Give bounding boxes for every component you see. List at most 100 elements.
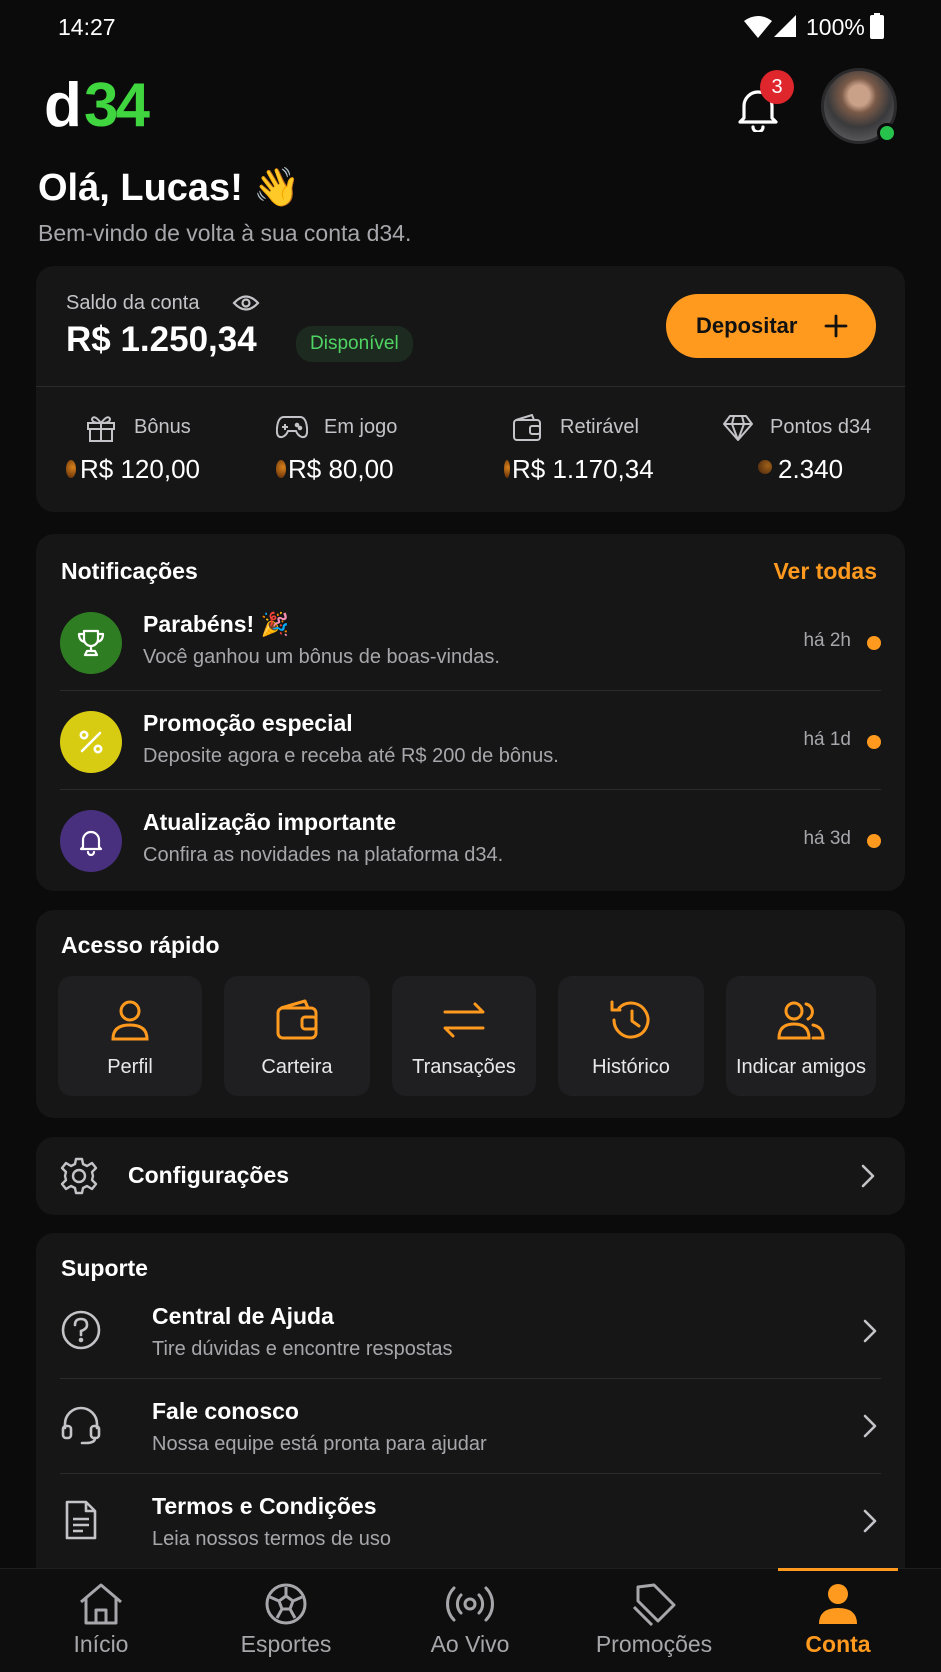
quick-access-card: Acesso rápido Perfil Carteira Transações… [36, 910, 905, 1118]
wifi-icon [744, 16, 772, 38]
online-status-dot [877, 123, 897, 143]
nav-label: Esportes [240, 1631, 332, 1657]
divider [60, 789, 881, 790]
support-item-title: Central de Ajuda [152, 1303, 334, 1329]
notifications-title: Notificações [61, 558, 198, 584]
stat-in-game-label: Em jogo [324, 416, 398, 438]
transfer-icon [392, 998, 536, 1042]
quick-access-label: Transações [412, 1056, 516, 1078]
plus-icon [824, 314, 848, 338]
stat-in-game: Em jogo R$ 80,00 [276, 414, 466, 494]
settings-row[interactable]: Configurações [36, 1137, 905, 1215]
quick-access-profile[interactable]: Perfil [58, 976, 202, 1096]
divider [60, 690, 881, 691]
quick-access-refer-friends[interactable]: Indicar amigos [726, 976, 876, 1096]
home-icon [21, 1582, 181, 1626]
quick-access-label: Indicar amigos [735, 1056, 867, 1078]
soccer-ball-icon [206, 1582, 366, 1626]
battery-icon [870, 13, 884, 39]
nav-home[interactable]: Início [21, 1572, 181, 1672]
quick-access-label: Carteira [261, 1056, 333, 1078]
deposit-button[interactable]: Depositar [666, 294, 876, 358]
avatar[interactable] [821, 68, 897, 144]
bell-icon [60, 810, 122, 872]
notification-time: há 2h [803, 630, 851, 651]
unread-dot [867, 834, 881, 848]
balance-amount: R$ 1.250,34 [66, 320, 257, 359]
live-icon [390, 1582, 550, 1626]
quick-access-transactions[interactable]: Transações [392, 976, 536, 1096]
eye-icon[interactable] [232, 294, 260, 312]
notification-title: Parabéns! 🎉 [143, 611, 290, 637]
greeting-subtitle: Bem-vindo de volta à sua conta d34. [38, 220, 412, 246]
chevron-right-icon [863, 1414, 877, 1438]
notification-count-badge: 3 [760, 70, 794, 104]
document-icon [60, 1499, 102, 1541]
balance-divider [36, 386, 905, 387]
notifications-card: Notificações Ver todas Parabéns! 🎉 Você … [36, 534, 905, 891]
nav-account[interactable]: Conta [758, 1572, 918, 1672]
chevron-right-icon [863, 1319, 877, 1343]
wallet-icon [224, 998, 370, 1042]
gamepad-icon [276, 414, 308, 440]
headset-icon [60, 1404, 102, 1446]
stat-bonus-label: Bônus [134, 416, 191, 438]
nav-label: Início [73, 1631, 129, 1657]
chevron-right-icon [863, 1509, 877, 1533]
nav-sports[interactable]: Esportes [206, 1572, 366, 1672]
notification-button[interactable]: 3 [734, 70, 794, 134]
nav-label: Ao Vivo [430, 1631, 510, 1657]
nav-live[interactable]: Ao Vivo [390, 1572, 550, 1672]
available-badge: Disponível [296, 326, 413, 362]
user-icon [58, 998, 202, 1042]
nav-label: Promoções [595, 1631, 713, 1657]
stat-withdrawable: Retirável R$ 1.170,34 [504, 414, 694, 494]
support-title: Suporte [61, 1255, 148, 1281]
quick-access-label: Histórico [592, 1056, 670, 1078]
unread-dot [867, 735, 881, 749]
support-item-contact[interactable]: Fale conosco Nossa equipe está pronta pa… [60, 1396, 881, 1491]
tag-icon [574, 1582, 734, 1626]
nav-promotions[interactable]: Promoções [574, 1572, 734, 1672]
quick-access-title: Acesso rápido [61, 932, 220, 958]
support-item-subtitle: Nossa equipe está pronta para ajudar [152, 1433, 487, 1455]
stat-points: Pontos d34 2.340 [722, 414, 892, 494]
trophy-icon [60, 612, 122, 674]
quick-access-history[interactable]: Histórico [558, 976, 704, 1096]
coin-icon [758, 460, 772, 474]
support-item-title: Termos e Condições [152, 1493, 377, 1519]
divider [60, 1473, 881, 1474]
support-item-help-center[interactable]: Central de Ajuda Tire dúvidas e encontre… [60, 1301, 881, 1396]
notification-subtitle: Confira as novidades na plataforma d34. [143, 844, 504, 866]
coin-icon [276, 460, 286, 478]
divider [60, 1378, 881, 1379]
stat-points-value: 2.340 [778, 454, 844, 484]
notification-time: há 3d [803, 828, 851, 849]
see-all-link[interactable]: Ver todas [773, 558, 877, 585]
notification-title: Promoção especial [143, 710, 353, 736]
gear-icon [60, 1157, 98, 1195]
chevron-right-icon [861, 1164, 875, 1188]
stat-in-game-value: R$ 80,00 [288, 454, 394, 484]
quick-access-wallet[interactable]: Carteira [224, 976, 370, 1096]
gift-icon [86, 414, 116, 442]
users-icon [726, 998, 876, 1042]
svg-text:34: 34 [84, 78, 150, 130]
notification-item[interactable]: Atualização importante Confira as novida… [60, 808, 881, 907]
greeting-title: Olá, Lucas! 👋 [38, 167, 301, 209]
notification-title: Atualização importante [143, 809, 397, 835]
logo[interactable]: d 34 [44, 78, 194, 130]
stat-withdrawable-value: R$ 1.170,34 [512, 454, 654, 484]
percent-icon [60, 711, 122, 773]
notification-item[interactable]: Promoção especial Deposite agora e receb… [60, 709, 881, 808]
status-bar: 14:27 100% [0, 0, 941, 54]
history-icon [558, 998, 704, 1042]
notification-item[interactable]: Parabéns! 🎉 Você ganhou um bônus de boas… [60, 610, 881, 709]
quick-access-label: Perfil [107, 1056, 153, 1078]
support-item-subtitle: Tire dúvidas e encontre respostas [152, 1338, 453, 1360]
diamond-icon [722, 414, 754, 442]
stat-bonus: Bônus R$ 120,00 [66, 414, 246, 494]
nav-label: Conta [805, 1631, 871, 1657]
status-time: 14:27 [58, 14, 116, 40]
svg-text:d: d [44, 78, 79, 130]
